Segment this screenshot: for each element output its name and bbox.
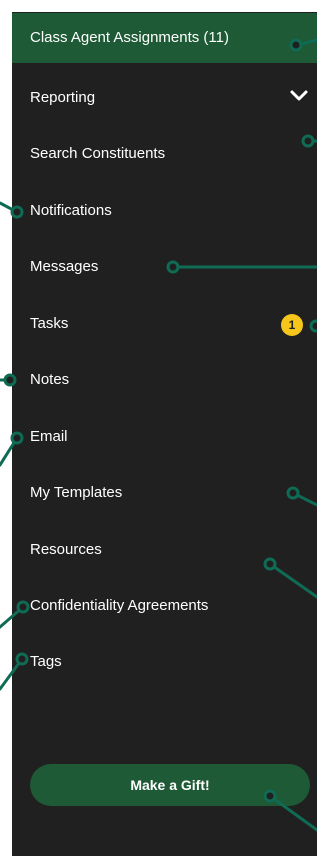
chevron-down-icon[interactable]: [289, 88, 309, 104]
sidebar-item-tasks[interactable]: Tasks: [30, 315, 68, 333]
sidebar-item-email[interactable]: Email: [30, 428, 68, 446]
sidebar-item-my-templates[interactable]: My Templates: [30, 484, 122, 502]
sidebar-item-class-agent-assignments[interactable]: Class Agent Assignments (11): [30, 29, 229, 47]
sidebar-item-resources[interactable]: Resources: [30, 541, 102, 559]
sidebar-item-messages[interactable]: Messages: [30, 258, 98, 276]
top-border: [12, 0, 317, 12]
sidebar-item-notes[interactable]: Notes: [30, 371, 69, 389]
sidebar-item-confidentiality-agreements[interactable]: Confidentiality Agreements: [30, 597, 208, 615]
sidebar-item-reporting[interactable]: Reporting: [30, 89, 95, 107]
sidebar-item-notifications[interactable]: Notifications: [30, 202, 112, 220]
sidebar-item-search-constituents[interactable]: Search Constituents: [30, 145, 165, 163]
make-a-gift-button[interactable]: Make a Gift!: [30, 764, 310, 806]
sidebar-item-tags[interactable]: Tags: [30, 653, 62, 671]
tasks-count-badge: 1: [281, 314, 303, 336]
